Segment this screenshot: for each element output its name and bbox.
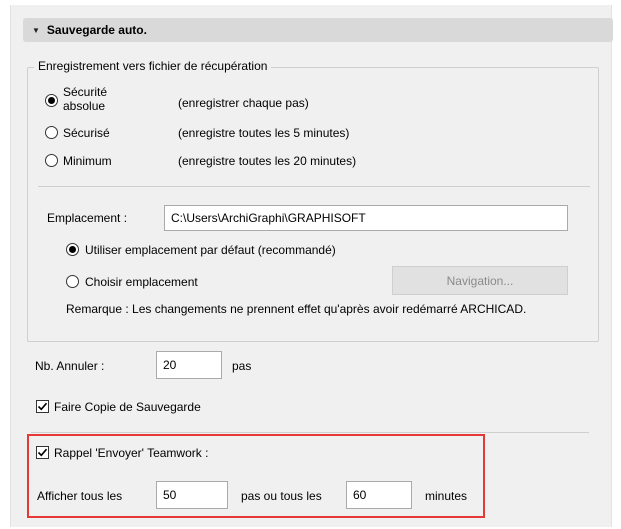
collapse-triangle-icon[interactable]: ▼ [32, 26, 40, 35]
radio-securise[interactable] [45, 126, 58, 139]
radio-securite-absolue[interactable] [45, 94, 58, 107]
navigation-button[interactable]: Navigation... [392, 266, 568, 295]
radio-minimum[interactable] [45, 154, 58, 167]
section-header[interactable]: ▼ Sauvegarde auto. [23, 18, 613, 42]
checkmark-icon [37, 402, 48, 411]
checkmark-icon [37, 448, 48, 457]
radio-minimum-desc: (enregistre toutes les 20 minutes) [178, 154, 357, 168]
or-every-label: pas ou tous les [241, 489, 322, 503]
undo-field[interactable]: 20 [156, 351, 222, 379]
undo-unit: pas [232, 359, 252, 373]
radio-minimum-label[interactable]: Minimum [63, 154, 112, 168]
backup-checkbox[interactable] [36, 400, 49, 413]
radio-default-location[interactable] [66, 243, 79, 256]
undo-label: Nb. Annuler : [35, 359, 105, 373]
backup-label[interactable]: Faire Copie de Sauvegarde [54, 400, 201, 414]
radio-custom-location-label[interactable]: Choisir emplacement [85, 275, 198, 289]
minutes-field[interactable]: 60 [346, 481, 412, 509]
location-note: Remarque : Les changements ne prennent e… [66, 302, 527, 316]
radio-securite-absolue-label[interactable]: Sécurité absolue [63, 85, 107, 113]
location-path-field[interactable]: C:\Users\ArchiGraphi\GRAPHISOFT [164, 205, 568, 231]
teamwork-label[interactable]: Rappel 'Envoyer' Teamwork : [54, 446, 208, 460]
separator [31, 432, 589, 433]
recovery-legend: Enregistrement vers fichier de récupérat… [34, 59, 272, 73]
location-label: Emplacement : [47, 211, 128, 225]
radio-default-location-label[interactable]: Utiliser emplacement par défaut (recomma… [85, 243, 336, 257]
minutes-label: minutes [425, 489, 468, 503]
radio-securite-absolue-desc: (enregistrer chaque pas) [178, 96, 309, 110]
radio-custom-location[interactable] [66, 275, 79, 288]
steps-field[interactable]: 50 [156, 481, 228, 509]
section-title: Sauvegarde auto. [46, 23, 147, 37]
teamwork-checkbox[interactable] [36, 446, 49, 459]
radio-securise-label[interactable]: Sécurisé [63, 126, 110, 140]
show-every-label: Afficher tous les [37, 489, 123, 503]
separator [38, 186, 590, 187]
radio-securise-desc: (enregistre toutes les 5 minutes) [178, 126, 350, 140]
